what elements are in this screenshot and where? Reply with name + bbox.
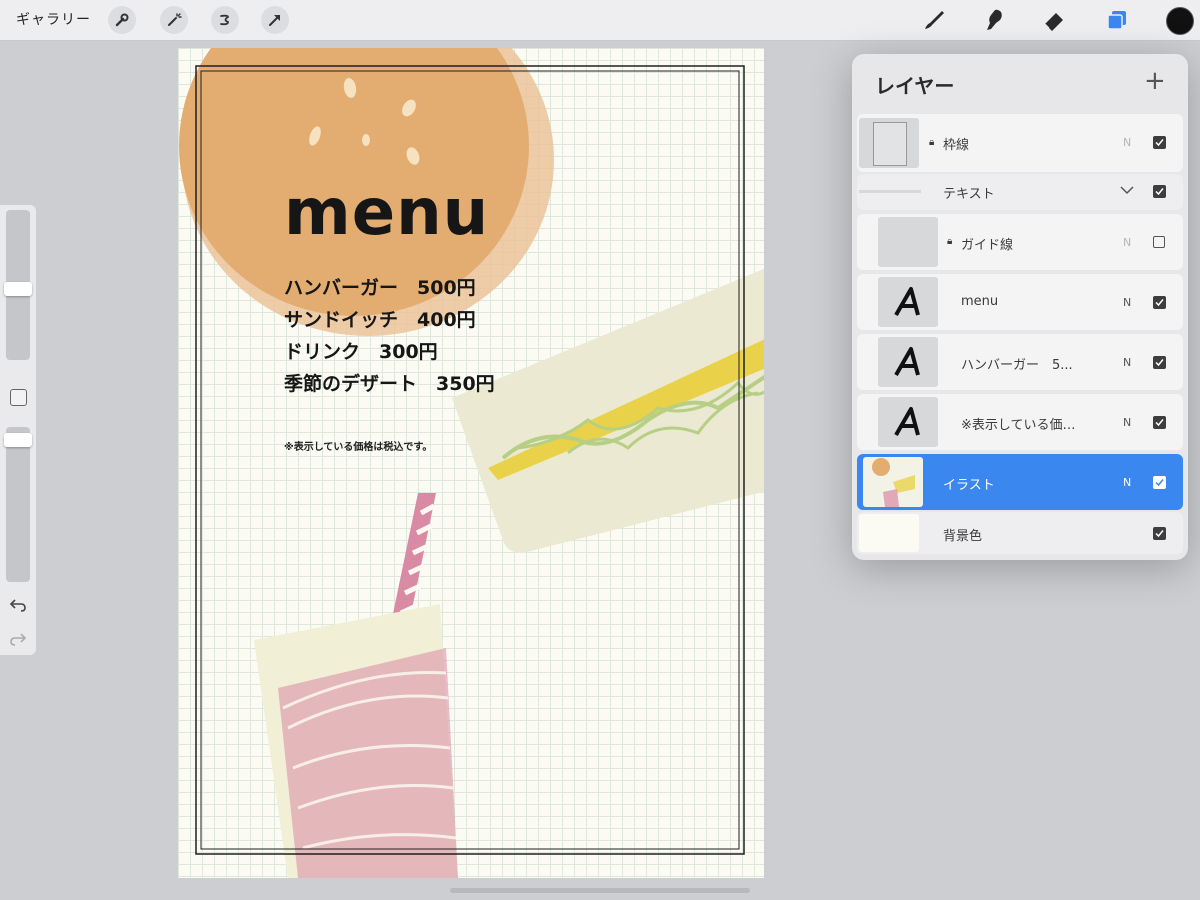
visibility-checkbox[interactable] xyxy=(1153,185,1166,198)
top-toolbar: ギャラリー xyxy=(0,0,1200,41)
blend-mode[interactable]: N xyxy=(1123,416,1131,429)
blend-mode[interactable]: N xyxy=(1123,356,1131,369)
blend-mode[interactable]: N xyxy=(1123,236,1131,249)
layer-name: 枠線 xyxy=(943,138,970,153)
layer-thumbnail xyxy=(859,514,919,552)
magic-wand-icon[interactable] xyxy=(160,6,188,34)
layers-panel: レイヤー + 🔒︎ 枠線 N テキスト 🔒︎ ガイド線 N menu N ハンバ… xyxy=(852,54,1188,560)
layer-name: ガイド線 xyxy=(961,238,1014,253)
visibility-checkbox[interactable] xyxy=(1153,416,1166,429)
undo-icon[interactable] xyxy=(9,597,27,616)
layer-row-frame[interactable]: 🔒︎ 枠線 N xyxy=(857,114,1183,172)
drink-illustration xyxy=(254,493,458,878)
visibility-checkbox[interactable] xyxy=(1153,236,1165,248)
layer-thumbnail xyxy=(878,217,938,267)
text-layer-icon xyxy=(878,397,938,447)
menu-item-hamburger: ハンバーガー 500円 xyxy=(284,277,476,299)
visibility-checkbox[interactable] xyxy=(1153,476,1166,489)
layer-row-guide[interactable]: 🔒︎ ガイド線 N xyxy=(857,214,1183,270)
smudge-icon[interactable] xyxy=(980,6,1008,34)
home-indicator xyxy=(450,888,750,893)
menu-item-sandwich: サンドイッチ 400円 xyxy=(284,309,476,331)
layer-row-background[interactable]: 背景色 xyxy=(857,512,1183,554)
illustration-layer xyxy=(179,48,764,878)
menu-item-drink: ドリンク 300円 xyxy=(284,341,438,363)
layer-name: イラスト xyxy=(943,478,995,493)
blend-mode[interactable]: N xyxy=(1123,136,1131,149)
layer-group-text[interactable]: テキスト xyxy=(857,174,1183,210)
layer-name: 背景色 xyxy=(943,529,983,544)
layer-name: テキスト xyxy=(943,187,995,202)
sandwich-illustration xyxy=(452,268,764,553)
layers-icon[interactable] xyxy=(1103,6,1131,34)
lock-icon: 🔒︎ xyxy=(947,236,953,247)
group-bar xyxy=(859,190,921,193)
opacity-slider[interactable] xyxy=(6,427,30,582)
layer-thumbnail xyxy=(863,457,923,507)
opacity-knob[interactable] xyxy=(4,433,32,447)
panel-title: レイヤー xyxy=(875,74,955,98)
redo-icon[interactable] xyxy=(9,631,27,650)
eraser-icon[interactable] xyxy=(1040,6,1068,34)
visibility-checkbox[interactable] xyxy=(1153,527,1166,540)
visibility-checkbox[interactable] xyxy=(1153,296,1166,309)
layer-name: ハンバーガー 5... xyxy=(961,358,1073,373)
menu-title: menu xyxy=(284,176,490,250)
layer-row-note[interactable]: ※表示している価… N xyxy=(857,394,1183,450)
tax-note: ※表示している価格は税込です。 xyxy=(284,442,433,453)
gallery-button[interactable]: ギャラリー xyxy=(16,9,91,29)
chevron-down-icon[interactable] xyxy=(1119,182,1135,202)
menu-item-dessert: 季節のデザート 350円 xyxy=(284,373,495,395)
visibility-checkbox[interactable] xyxy=(1153,136,1166,149)
text-layer-icon xyxy=(878,277,938,327)
transform-arrow-icon[interactable] xyxy=(261,6,289,34)
plus-icon[interactable]: + xyxy=(1144,66,1166,96)
layer-thumbnail xyxy=(859,118,919,168)
lock-icon: 🔒︎ xyxy=(929,137,935,148)
blend-mode[interactable]: N xyxy=(1123,476,1131,489)
color-picker-button[interactable] xyxy=(1166,7,1194,35)
layer-row-menu[interactable]: menu N xyxy=(857,274,1183,330)
left-sidebar xyxy=(0,205,36,655)
brush-icon[interactable] xyxy=(920,6,948,34)
modify-square-icon[interactable] xyxy=(10,389,27,406)
text-layer-icon xyxy=(878,337,938,387)
drawing-canvas[interactable]: menu ハンバーガー 500円 サンドイッチ 400円 ドリンク 300円 季… xyxy=(178,48,764,878)
layer-row-illustration[interactable]: イラスト N xyxy=(857,454,1183,510)
selection-icon[interactable] xyxy=(211,6,239,34)
wrench-icon[interactable] xyxy=(108,6,136,34)
layer-name: ※表示している価… xyxy=(961,418,1076,433)
brush-size-knob[interactable] xyxy=(4,282,32,296)
blend-mode[interactable]: N xyxy=(1123,296,1131,309)
visibility-checkbox[interactable] xyxy=(1153,356,1166,369)
layer-row-items[interactable]: ハンバーガー 5... N xyxy=(857,334,1183,390)
layer-name: menu xyxy=(961,294,999,309)
